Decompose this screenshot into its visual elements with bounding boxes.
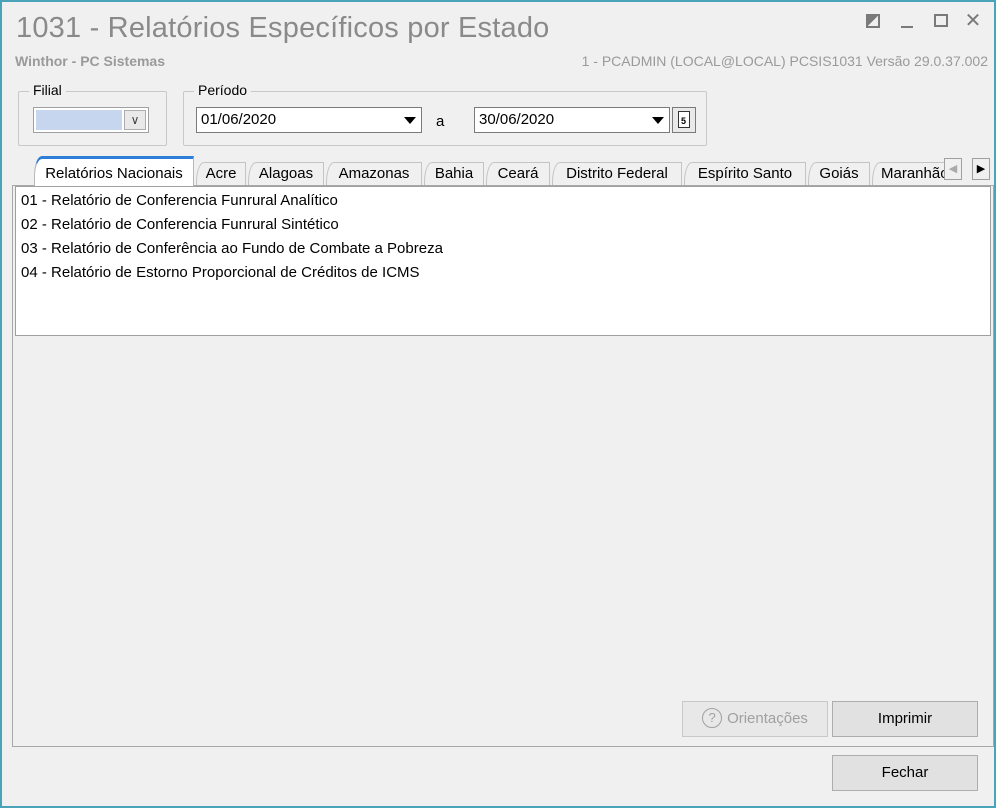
orientacoes-label: Orientações bbox=[727, 710, 808, 727]
help-icon: ? bbox=[702, 708, 723, 728]
tab-scroll-left-button[interactable]: ◀ bbox=[944, 158, 962, 180]
list-item[interactable]: 02 - Relatório de Conferencia Funrural S… bbox=[21, 216, 339, 233]
date-separator-label: a bbox=[436, 113, 445, 130]
filial-label: Filial bbox=[29, 82, 66, 98]
window-title: 1031 - Relatórios Específicos por Estado bbox=[16, 12, 550, 44]
list-item[interactable]: 03 - Relatório de Conferência ao Fundo d… bbox=[21, 240, 443, 257]
tab-content-panel: 01 - Relatório de Conferencia Funrural A… bbox=[12, 185, 994, 747]
end-date-picker[interactable]: 30/06/2020 bbox=[474, 107, 670, 133]
minimize-icon bbox=[901, 26, 913, 28]
close-button[interactable]: ✕ bbox=[962, 10, 984, 32]
periodo-label: Período bbox=[194, 82, 252, 98]
tab-scroll-right-button[interactable]: ▶ bbox=[972, 158, 990, 180]
restore-down-button[interactable] bbox=[862, 10, 884, 32]
list-item[interactable]: 04 - Relatório de Estorno Proporcional d… bbox=[21, 264, 420, 281]
maximize-icon bbox=[934, 14, 948, 27]
orientacoes-button[interactable]: ? Orientações bbox=[682, 701, 828, 737]
tab-alagoas[interactable]: Alagoas bbox=[248, 162, 324, 186]
close-icon: ✕ bbox=[964, 10, 982, 32]
reports-list[interactable]: 01 - Relatório de Conferencia Funrural A… bbox=[15, 186, 991, 336]
imprimir-button[interactable]: Imprimir bbox=[832, 701, 978, 737]
tab-goias[interactable]: Goiás bbox=[808, 162, 870, 186]
maximize-button[interactable] bbox=[930, 10, 952, 32]
list-item[interactable]: 01 - Relatório de Conferencia Funrural A… bbox=[21, 192, 338, 209]
start-date-value: 01/06/2020 bbox=[201, 111, 277, 128]
tab-ceara[interactable]: Ceará bbox=[486, 162, 550, 186]
tab-bahia[interactable]: Bahia bbox=[424, 162, 484, 186]
filial-selected-value bbox=[36, 110, 122, 130]
tab-maranhao[interactable]: Maranhão bbox=[872, 162, 946, 186]
tab-distrito-federal[interactable]: Distrito Federal bbox=[552, 162, 682, 186]
user-info: 1 - PCADMIN (LOCAL@LOCAL) PCSIS1031 Vers… bbox=[581, 53, 988, 69]
window-subtitle: Winthor - PC Sistemas bbox=[15, 53, 166, 69]
fechar-button[interactable]: Fechar bbox=[832, 755, 978, 791]
calendar-button[interactable]: 5 bbox=[672, 107, 696, 133]
state-tabs: Relatórios Nacionais Acre Alagoas Amazon… bbox=[34, 156, 946, 186]
restore-icon bbox=[866, 14, 880, 28]
start-date-picker[interactable]: 01/06/2020 bbox=[196, 107, 422, 133]
filial-group: Filial ∨ bbox=[18, 82, 167, 146]
minimize-button[interactable] bbox=[896, 10, 918, 32]
tab-acre[interactable]: Acre bbox=[196, 162, 246, 186]
app-window: 1031 - Relatórios Específicos por Estado… bbox=[0, 0, 996, 808]
tab-amazonas[interactable]: Amazonas bbox=[326, 162, 422, 186]
end-date-value: 30/06/2020 bbox=[479, 111, 555, 128]
tab-espirito-santo[interactable]: Espírito Santo bbox=[684, 162, 806, 186]
tab-relatorios-nacionais[interactable]: Relatórios Nacionais bbox=[34, 156, 194, 186]
dropdown-arrow-icon[interactable] bbox=[399, 108, 421, 132]
chevron-down-icon[interactable]: ∨ bbox=[124, 110, 146, 130]
periodo-group: Período 01/06/2020 a 30/06/2020 5 bbox=[183, 82, 707, 146]
calendar-icon-number: 5 bbox=[681, 116, 687, 126]
dropdown-arrow-icon[interactable] bbox=[647, 108, 669, 132]
filial-combobox[interactable]: ∨ bbox=[33, 107, 149, 133]
